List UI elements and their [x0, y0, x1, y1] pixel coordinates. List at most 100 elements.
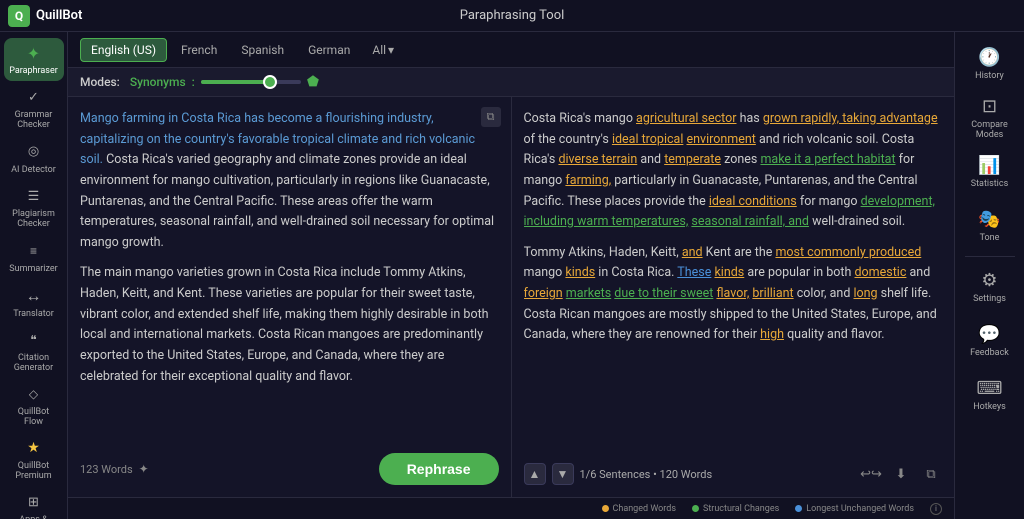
slider-fill — [201, 80, 266, 84]
rs-label: Feedback — [970, 348, 1009, 358]
ai-detector-icon: ◎ — [23, 141, 45, 163]
changed-word: flavor, — [716, 286, 749, 301]
sidebar-item-label: QuillBot Premium — [8, 462, 60, 482]
output-nav: ▲ ▼ 1/6 Sentences • 120 Words — [524, 463, 713, 485]
changed-word: agricultural sector — [636, 111, 736, 126]
tab-spanish[interactable]: Spanish — [231, 39, 294, 61]
summarizer-icon: ≡ — [23, 240, 45, 262]
sentence-info: 1/6 Sentences • 120 Words — [580, 468, 713, 481]
premium-icon: ★ — [23, 438, 45, 459]
rs-history[interactable]: 🕐 History — [959, 38, 1021, 90]
sidebar-item-plagiarism[interactable]: ☰ Plagiarism Checker — [4, 182, 64, 234]
logo[interactable]: Q QuillBot — [8, 5, 82, 27]
main-layout: ✦ Paraphraser ✓ Grammar Checker ◎ AI Det… — [0, 32, 1024, 519]
tab-french[interactable]: French — [171, 39, 227, 61]
changed-word: diverse terrain — [558, 152, 637, 167]
rs-compare[interactable]: ⊡ Compare Modes — [959, 92, 1021, 144]
logo-text: QuillBot — [36, 8, 82, 23]
tab-german[interactable]: German — [298, 39, 360, 61]
feedback-icon: 💬 — [978, 324, 1000, 345]
plagiarism-icon: ☰ — [23, 186, 45, 207]
copy-input-button[interactable]: ⧉ — [481, 107, 501, 127]
enhance-icon[interactable]: ✦ — [139, 462, 149, 476]
changed-word: kinds — [565, 265, 595, 280]
sidebar-item-ai-detector[interactable]: ◎ AI Detector — [4, 137, 64, 180]
paraphraser-icon: ✦ — [23, 42, 45, 64]
sidebar-item-paraphraser[interactable]: ✦ Paraphraser — [4, 38, 64, 81]
mode-synonyms[interactable]: Synonyms : ⬟ — [130, 74, 319, 90]
output-text[interactable]: Costa Rica's mango agricultural sector h… — [524, 109, 943, 455]
clipboard-icon[interactable]: ⧉ — [920, 463, 942, 485]
sidebar-item-citation[interactable]: ❝ Citation Generator — [4, 326, 64, 378]
rs-hotkeys[interactable]: ⌨ Hotkeys — [959, 369, 1021, 421]
sidebar-item-label: Summarizer — [9, 265, 57, 275]
structural-word: markets — [566, 286, 611, 301]
input-text[interactable]: Mango farming in Costa Rica has become a… — [80, 109, 499, 445]
copy-paraphrase-icon[interactable]: ↩↪ — [860, 463, 882, 485]
modes-label: Modes: — [80, 75, 120, 89]
sidebar-divider — [965, 256, 1015, 257]
settings-icon: ⚙ — [981, 270, 997, 291]
sidebar-item-label: QuillBot Flow — [8, 408, 60, 428]
tab-all[interactable]: All ▾ — [364, 39, 402, 61]
output-panel: Costa Rica's mango agricultural sector h… — [512, 97, 955, 497]
sidebar-item-translator[interactable]: ↔ Translator — [4, 281, 64, 324]
changed-word: brilliant — [752, 286, 793, 301]
changed-word: ideal tropical — [612, 132, 683, 147]
center-content: English (US) French Spanish German All ▾… — [68, 32, 954, 519]
top-bar: Q QuillBot Paraphrasing Tool — [0, 0, 1024, 32]
chevron-down-icon: ▾ — [388, 43, 394, 57]
sidebar-item-grammar[interactable]: ✓ Grammar Checker — [4, 83, 64, 135]
rs-settings[interactable]: ⚙ Settings — [959, 261, 1021, 313]
output-actions: ↩↪ ⬇ ⧉ — [860, 463, 942, 485]
editor-area: ⧉ Mango farming in Costa Rica has become… — [68, 97, 954, 497]
changed-dot — [602, 505, 609, 512]
rephrase-button[interactable]: Rephrase — [379, 453, 499, 485]
changed-word: and — [682, 245, 703, 260]
slider-thumb — [263, 75, 277, 89]
tab-english-us[interactable]: English (US) — [80, 38, 167, 62]
rs-feedback[interactable]: 💬 Feedback — [959, 315, 1021, 367]
changed-word: grown rapidly, taking advantage — [763, 111, 938, 126]
structural-word: seasonal rainfall, and — [691, 214, 809, 229]
sidebar-item-premium[interactable]: ★ QuillBot Premium — [4, 434, 64, 486]
changed-label: Changed Words — [613, 504, 676, 514]
logo-icon: Q — [8, 5, 30, 27]
sidebar-item-label: Translator — [13, 310, 54, 320]
structural-label: Structural Changes — [703, 504, 779, 514]
rs-label: Compare Modes — [963, 120, 1017, 140]
nav-down-arrow[interactable]: ▼ — [552, 463, 574, 485]
changed-word: most commonly produced — [775, 245, 921, 260]
sidebar-item-apps[interactable]: ⊞ Apps & Extensions — [4, 488, 64, 519]
legend-bar: Changed Words Structural Changes Longest… — [68, 497, 954, 519]
input-footer: 123 Words ✦ Rephrase — [80, 453, 499, 485]
apps-icon: ⊞ — [23, 492, 45, 513]
sidebar-item-summarizer[interactable]: ≡ Summarizer — [4, 236, 64, 279]
tone-icon: 🎭 — [978, 209, 1000, 230]
changed-word: long — [853, 286, 877, 301]
sidebar-item-label: AI Detector — [11, 166, 56, 176]
changed-word: high — [760, 327, 784, 342]
nav-up-arrow[interactable]: ▲ — [524, 463, 546, 485]
hotkeys-icon: ⌨ — [977, 378, 1003, 399]
sidebar-item-label: Grammar Checker — [8, 111, 60, 131]
history-icon: 🕐 — [978, 47, 1000, 68]
input-panel: ⧉ Mango farming in Costa Rica has become… — [68, 97, 512, 497]
flow-icon: ◇ — [23, 384, 45, 405]
citation-icon: ❝ — [23, 330, 45, 351]
rs-tone[interactable]: 🎭 Tone — [959, 200, 1021, 252]
structural-dot — [692, 505, 699, 512]
legend-info-icon[interactable]: i — [930, 503, 942, 515]
unchanged-word: These — [677, 265, 711, 280]
rs-statistics[interactable]: 📊 Statistics — [959, 146, 1021, 198]
changed-word: farming, — [565, 173, 611, 188]
unchanged-dot — [795, 505, 802, 512]
statistics-icon: 📊 — [978, 155, 1000, 176]
rs-label: Statistics — [971, 179, 1008, 189]
download-icon[interactable]: ⬇ — [890, 463, 912, 485]
synonyms-slider[interactable] — [201, 80, 301, 84]
sidebar-item-flow[interactable]: ◇ QuillBot Flow — [4, 380, 64, 432]
modes-bar: Modes: Synonyms : ⬟ — [68, 68, 954, 97]
mode-synonyms-label: Synonyms — [130, 75, 186, 89]
sidebar-item-label: Citation Generator — [8, 354, 60, 374]
